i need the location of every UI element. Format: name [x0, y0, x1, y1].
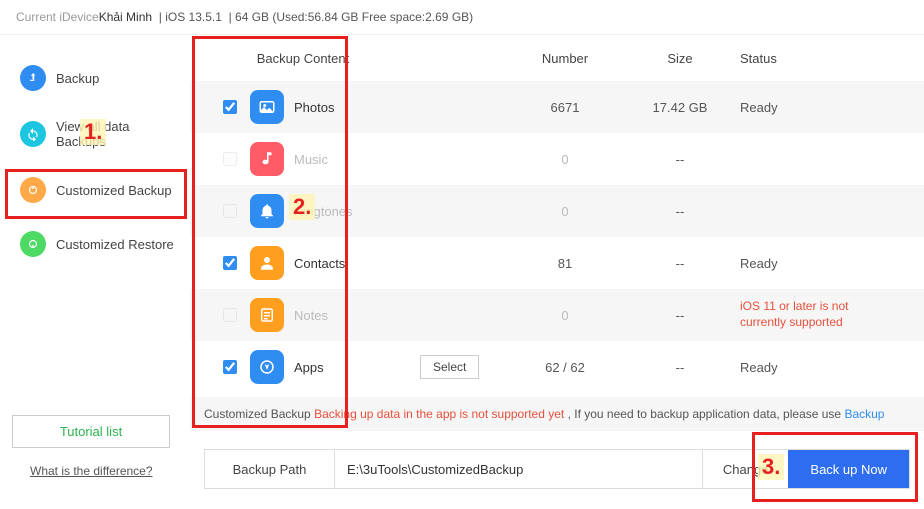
device-label: Current iDevice: [16, 10, 99, 24]
row-status: Ready: [730, 100, 924, 115]
sidebar-item-label: Backup: [56, 71, 99, 86]
row-number: 0: [500, 204, 630, 219]
sidebar-item-label: Customized Restore: [56, 237, 174, 252]
table-header: Backup Content Number Size Status: [190, 35, 924, 81]
row-name: Apps: [294, 360, 420, 375]
row-checkbox-contacts[interactable]: [223, 256, 237, 270]
row-size: --: [630, 256, 730, 271]
row-name: Contacts: [294, 256, 420, 271]
row-size: --: [630, 152, 730, 167]
main-content: Backup Content Number Size Status Photos…: [190, 35, 924, 508]
row-name: Ringtones: [294, 204, 420, 219]
row-checkbox-music: [223, 152, 237, 166]
table-row: Music 0 --: [190, 133, 924, 185]
notice-mid: , If you need to backup application data…: [564, 407, 844, 421]
ios-version: iOS 13.5.1: [165, 10, 222, 24]
backup-path-label: Backup Path: [205, 450, 335, 488]
row-number: 81: [500, 256, 630, 271]
tutorial-list-button[interactable]: Tutorial list: [12, 415, 170, 448]
bell-icon: [250, 194, 284, 228]
contacts-icon: [250, 246, 284, 280]
sidebar-item-customized-backup[interactable]: Customized Backup: [12, 163, 190, 217]
apps-icon: [250, 350, 284, 384]
table-row: Contacts 81 -- Ready: [190, 237, 924, 289]
row-status: iOS 11 or later is not currently support…: [730, 299, 924, 330]
sidebar-item-customized-restore[interactable]: Customized Restore: [12, 217, 190, 271]
row-checkbox-ringtones: [223, 204, 237, 218]
sidebar-item-label: Customized Backup: [56, 183, 172, 198]
row-checkbox-notes: [223, 308, 237, 322]
row-checkbox-apps[interactable]: [223, 360, 237, 374]
sidebar-item-backup[interactable]: Backup: [12, 51, 190, 105]
difference-link[interactable]: What is the difference?: [30, 464, 153, 478]
row-size: --: [630, 204, 730, 219]
col-header-number: Number: [500, 51, 630, 66]
col-header-size: Size: [630, 51, 730, 66]
device-name: Khải Minh: [99, 10, 152, 24]
table-row: Apps Select 62 / 62 -- Ready: [190, 341, 924, 393]
col-header-content: Backup Content: [210, 51, 420, 66]
row-size: --: [630, 308, 730, 323]
table-row: Photos 6671 17.42 GB Ready: [190, 81, 924, 133]
row-number: 0: [500, 308, 630, 323]
col-header-status: Status: [730, 51, 924, 66]
row-name: Music: [294, 152, 420, 167]
notice-backup-link[interactable]: Backup: [844, 407, 884, 421]
row-size: 17.42 GB: [630, 100, 730, 115]
row-number: 62 / 62: [500, 360, 630, 375]
row-number: 0: [500, 152, 630, 167]
change-path-button[interactable]: Change: [702, 450, 789, 488]
notice-warning: Backing up data in the app is not suppor…: [314, 407, 564, 421]
table-row: Notes 0 -- iOS 11 or later is not curren…: [190, 289, 924, 341]
backup-icon: [20, 65, 46, 91]
sidebar: Backup View all data Backups Customized …: [0, 35, 190, 508]
notes-icon: [250, 298, 284, 332]
sidebar-item-view-backups[interactable]: View all data Backups: [12, 105, 190, 163]
storage-info: 64 GB (Used:56.84 GB Free space:2.69 GB): [235, 10, 473, 24]
row-number: 6671: [500, 100, 630, 115]
table-row: Ringtones 0 --: [190, 185, 924, 237]
row-status: Ready: [730, 256, 924, 271]
photos-icon: [250, 90, 284, 124]
refresh-icon: [20, 121, 46, 147]
notice-prefix: Customized Backup: [204, 407, 314, 421]
sidebar-item-label: View all data Backups: [56, 119, 182, 149]
device-header: Current iDeviceKhải Minh | iOS 13.5.1 | …: [0, 0, 924, 35]
select-apps-button[interactable]: Select: [420, 355, 479, 379]
row-status: Ready: [730, 360, 924, 375]
backup-now-button[interactable]: Back up Now: [788, 450, 909, 488]
custom-backup-icon: [20, 177, 46, 203]
backup-path-value: E:\3uTools\CustomizedBackup: [335, 462, 702, 477]
row-name: Notes: [294, 308, 420, 323]
row-size: --: [630, 360, 730, 375]
notice-bar: Customized Backup Backing up data in the…: [190, 397, 924, 431]
backup-path-row: Backup Path E:\3uTools\CustomizedBackup …: [204, 449, 910, 489]
music-icon: [250, 142, 284, 176]
row-checkbox-photos[interactable]: [223, 100, 237, 114]
row-name: Photos: [294, 100, 420, 115]
restore-icon: [20, 231, 46, 257]
